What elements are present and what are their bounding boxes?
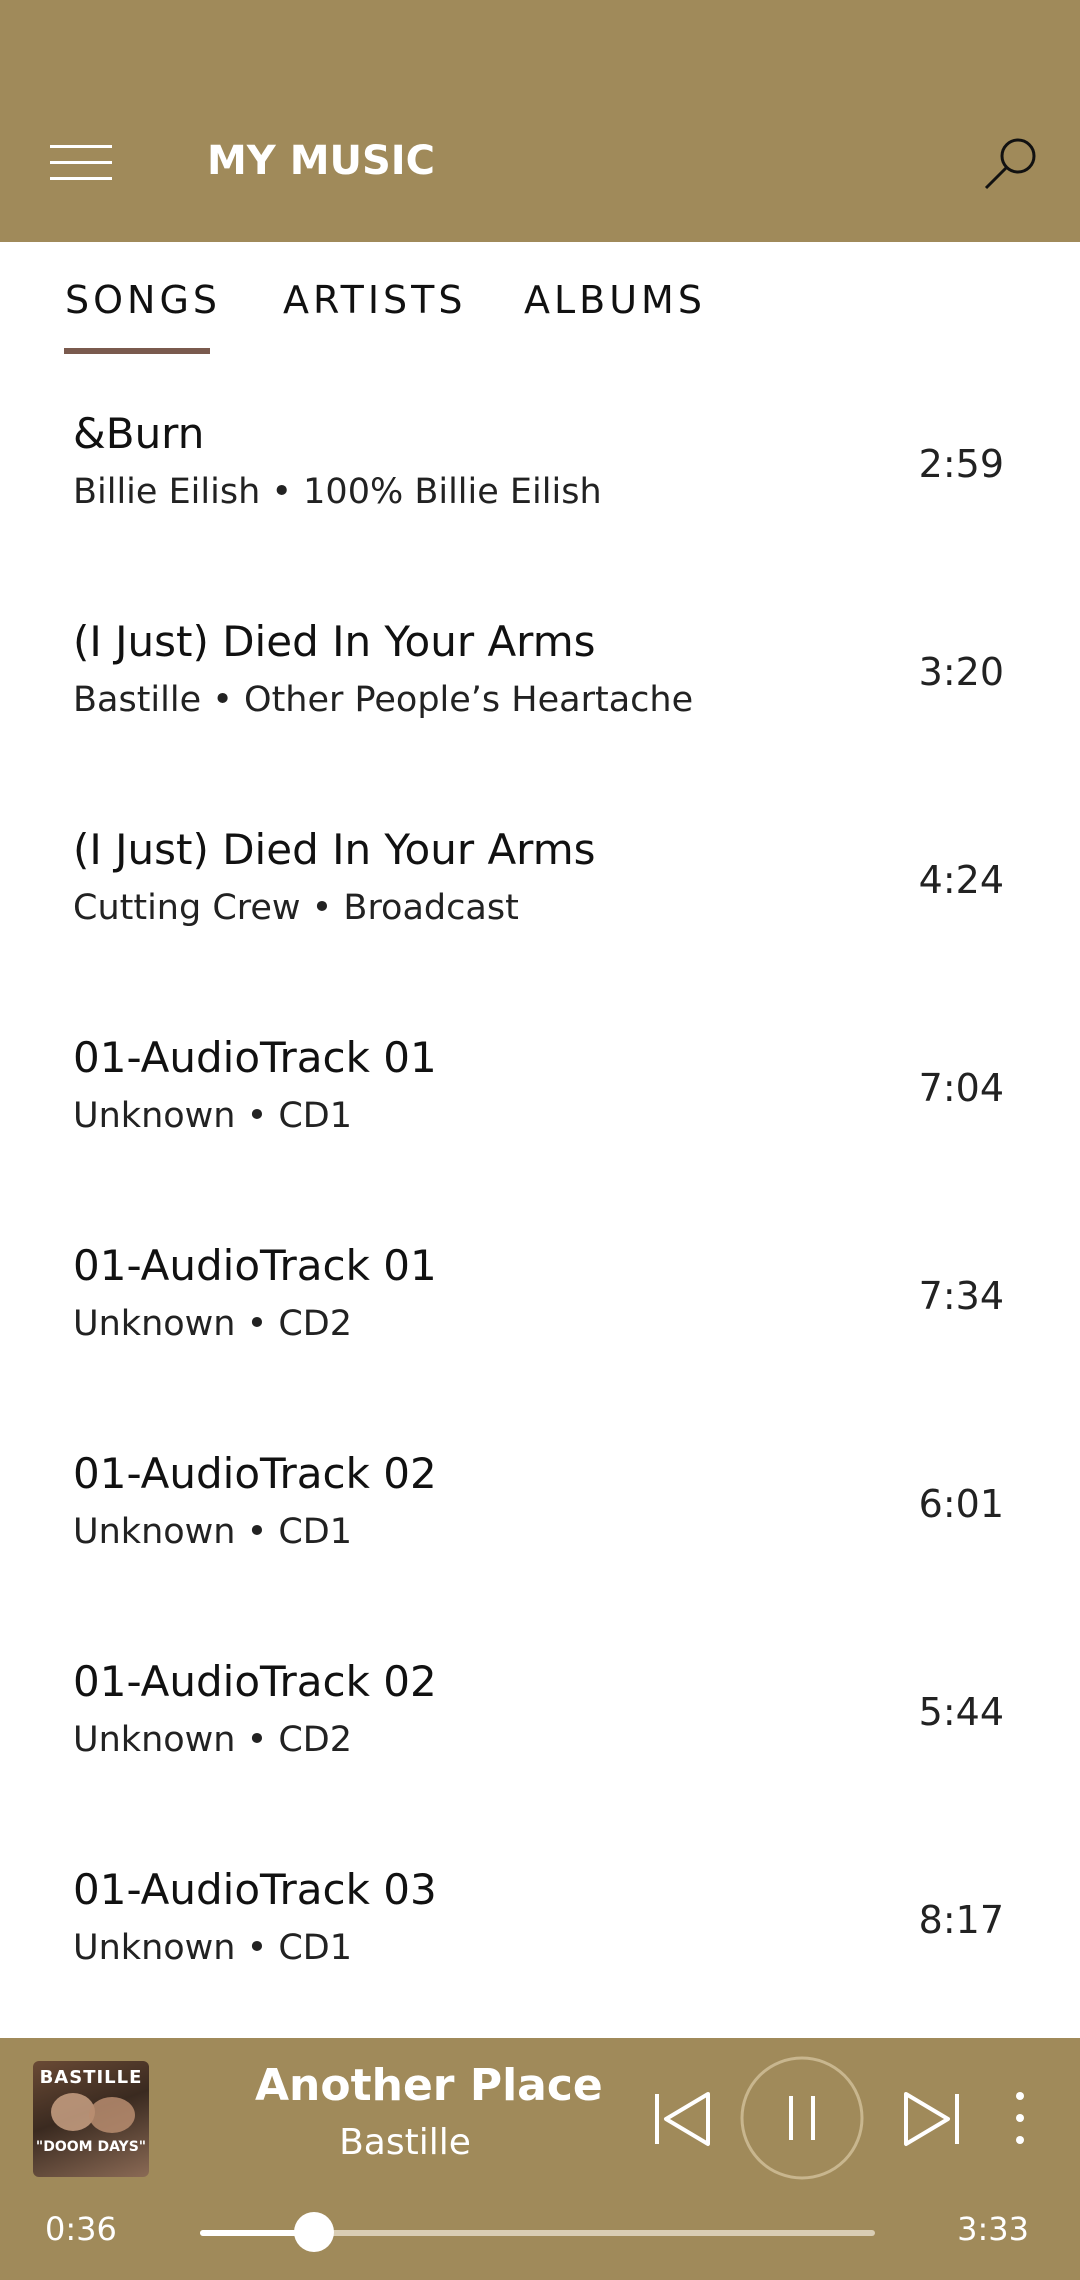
song-duration: 7:34	[918, 1274, 1004, 1318]
song-duration: 5:44	[918, 1690, 1004, 1734]
song-duration: 3:20	[918, 650, 1004, 694]
song-row[interactable]: &Burn Billie Eilish • 100% Billie Eilish…	[0, 364, 1080, 572]
song-subtitle: Unknown • CD1	[73, 1928, 353, 1968]
tab-selected-indicator	[64, 348, 210, 354]
more-vertical-icon[interactable]	[1010, 2088, 1030, 2148]
song-row[interactable]: 01-AudioTrack 02 Unknown • CD2 5:44	[0, 1612, 1080, 1820]
current-time: 0:36	[45, 2210, 117, 2248]
tab-songs[interactable]: SONGS	[65, 278, 221, 322]
hamburger-menu-icon[interactable]	[50, 145, 112, 181]
page-title: MY MUSIC	[207, 138, 436, 184]
song-list: &Burn Billie Eilish • 100% Billie Eilish…	[0, 364, 1080, 2028]
tab-bar: SONGS ARTISTS ALBUMS	[0, 242, 1080, 362]
song-subtitle: Billie Eilish • 100% Billie Eilish	[73, 472, 602, 512]
song-row[interactable]: 01-AudioTrack 03 Unknown • CD1 8:17	[0, 1820, 1080, 2028]
song-subtitle: Unknown • CD1	[73, 1512, 353, 1552]
song-row[interactable]: (I Just) Died In Your Arms Bastille • Ot…	[0, 572, 1080, 780]
seek-bar[interactable]	[200, 2212, 875, 2252]
song-title: (I Just) Died In Your Arms	[73, 825, 596, 874]
song-subtitle: Bastille • Other People’s Heartache	[73, 680, 694, 720]
song-title: 01-AudioTrack 01	[73, 1241, 437, 1290]
song-row[interactable]: (I Just) Died In Your Arms Cutting Crew …	[0, 780, 1080, 988]
song-subtitle: Unknown • CD1	[73, 1096, 353, 1136]
tab-artists[interactable]: ARTISTS	[283, 278, 467, 322]
album-art-title: "DOOM DAYS"	[35, 2139, 147, 2155]
song-duration: 2:59	[918, 442, 1004, 486]
song-subtitle: Unknown • CD2	[73, 1304, 353, 1344]
seek-thumb[interactable]	[294, 2212, 335, 2252]
song-duration: 7:04	[918, 1066, 1004, 1110]
song-title: 01-AudioTrack 02	[73, 1657, 437, 1706]
tab-albums[interactable]: ALBUMS	[524, 278, 706, 322]
album-art-band: BASTILLE	[39, 2067, 143, 2088]
total-time: 3:33	[957, 2210, 1029, 2248]
skip-previous-icon[interactable]	[652, 2090, 714, 2148]
song-title: 01-AudioTrack 03	[73, 1865, 437, 1914]
now-playing-artist: Bastille	[339, 2122, 471, 2163]
song-title: 01-AudioTrack 02	[73, 1449, 437, 1498]
song-row[interactable]: 01-AudioTrack 01 Unknown • CD1 7:04	[0, 988, 1080, 1196]
song-title: &Burn	[73, 409, 205, 458]
search-icon[interactable]	[982, 134, 1040, 192]
song-duration: 6:01	[918, 1482, 1004, 1526]
song-duration: 8:17	[918, 1898, 1004, 1942]
app-header: MY MUSIC	[0, 0, 1080, 242]
pause-icon[interactable]	[740, 2056, 864, 2180]
skip-next-icon[interactable]	[900, 2090, 962, 2148]
now-playing-title[interactable]: Another Place	[255, 2060, 603, 2111]
song-subtitle: Unknown • CD2	[73, 1720, 353, 1760]
song-subtitle: Cutting Crew • Broadcast	[73, 888, 519, 928]
song-title: 01-AudioTrack 01	[73, 1033, 437, 1082]
song-row[interactable]: 01-AudioTrack 01 Unknown • CD2 7:34	[0, 1196, 1080, 1404]
song-title: (I Just) Died In Your Arms	[73, 617, 596, 666]
album-art[interactable]: BASTILLE "DOOM DAYS"	[33, 2061, 149, 2177]
song-duration: 4:24	[918, 858, 1004, 902]
now-playing-bar: BASTILLE "DOOM DAYS" Another Place Basti…	[0, 2038, 1080, 2280]
song-row[interactable]: 01-AudioTrack 02 Unknown • CD1 6:01	[0, 1404, 1080, 1612]
